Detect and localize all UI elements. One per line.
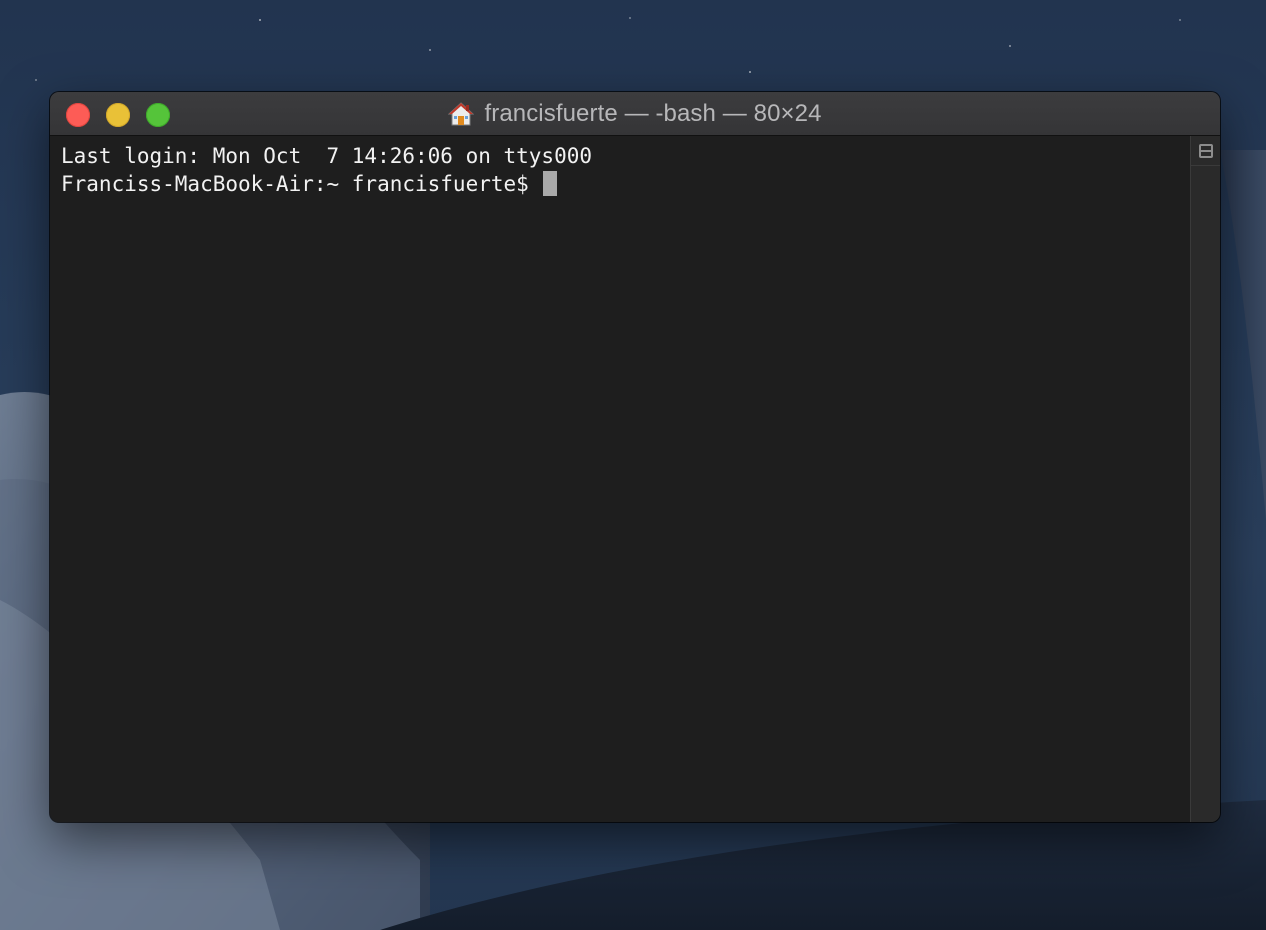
- window-title-text: francisfuerte — -bash — 80×24: [484, 100, 822, 127]
- terminal-scrollbar[interactable]: [1190, 136, 1220, 822]
- home-folder-icon: [448, 101, 475, 127]
- split-pane-button[interactable]: [1191, 136, 1220, 166]
- split-pane-icon: [1198, 143, 1213, 158]
- window-title: francisfuerte — -bash — 80×24: [50, 92, 1220, 136]
- terminal-line-login: Last login: Mon Oct 7 14:26:06 on ttys00…: [61, 144, 593, 168]
- title-bar[interactable]: francisfuerte — -bash — 80×24: [50, 92, 1220, 136]
- text-cursor: [542, 171, 557, 196]
- terminal-window[interactable]: francisfuerte — -bash — 80×24 Last login…: [50, 92, 1220, 822]
- terminal-output[interactable]: Last login: Mon Oct 7 14:26:06 on ttys00…: [50, 136, 1190, 822]
- terminal-line-prompt: Franciss-MacBook-Air:~ francisfuerte$: [61, 170, 1190, 198]
- shell-prompt: Franciss-MacBook-Air:~ francisfuerte$: [61, 172, 529, 196]
